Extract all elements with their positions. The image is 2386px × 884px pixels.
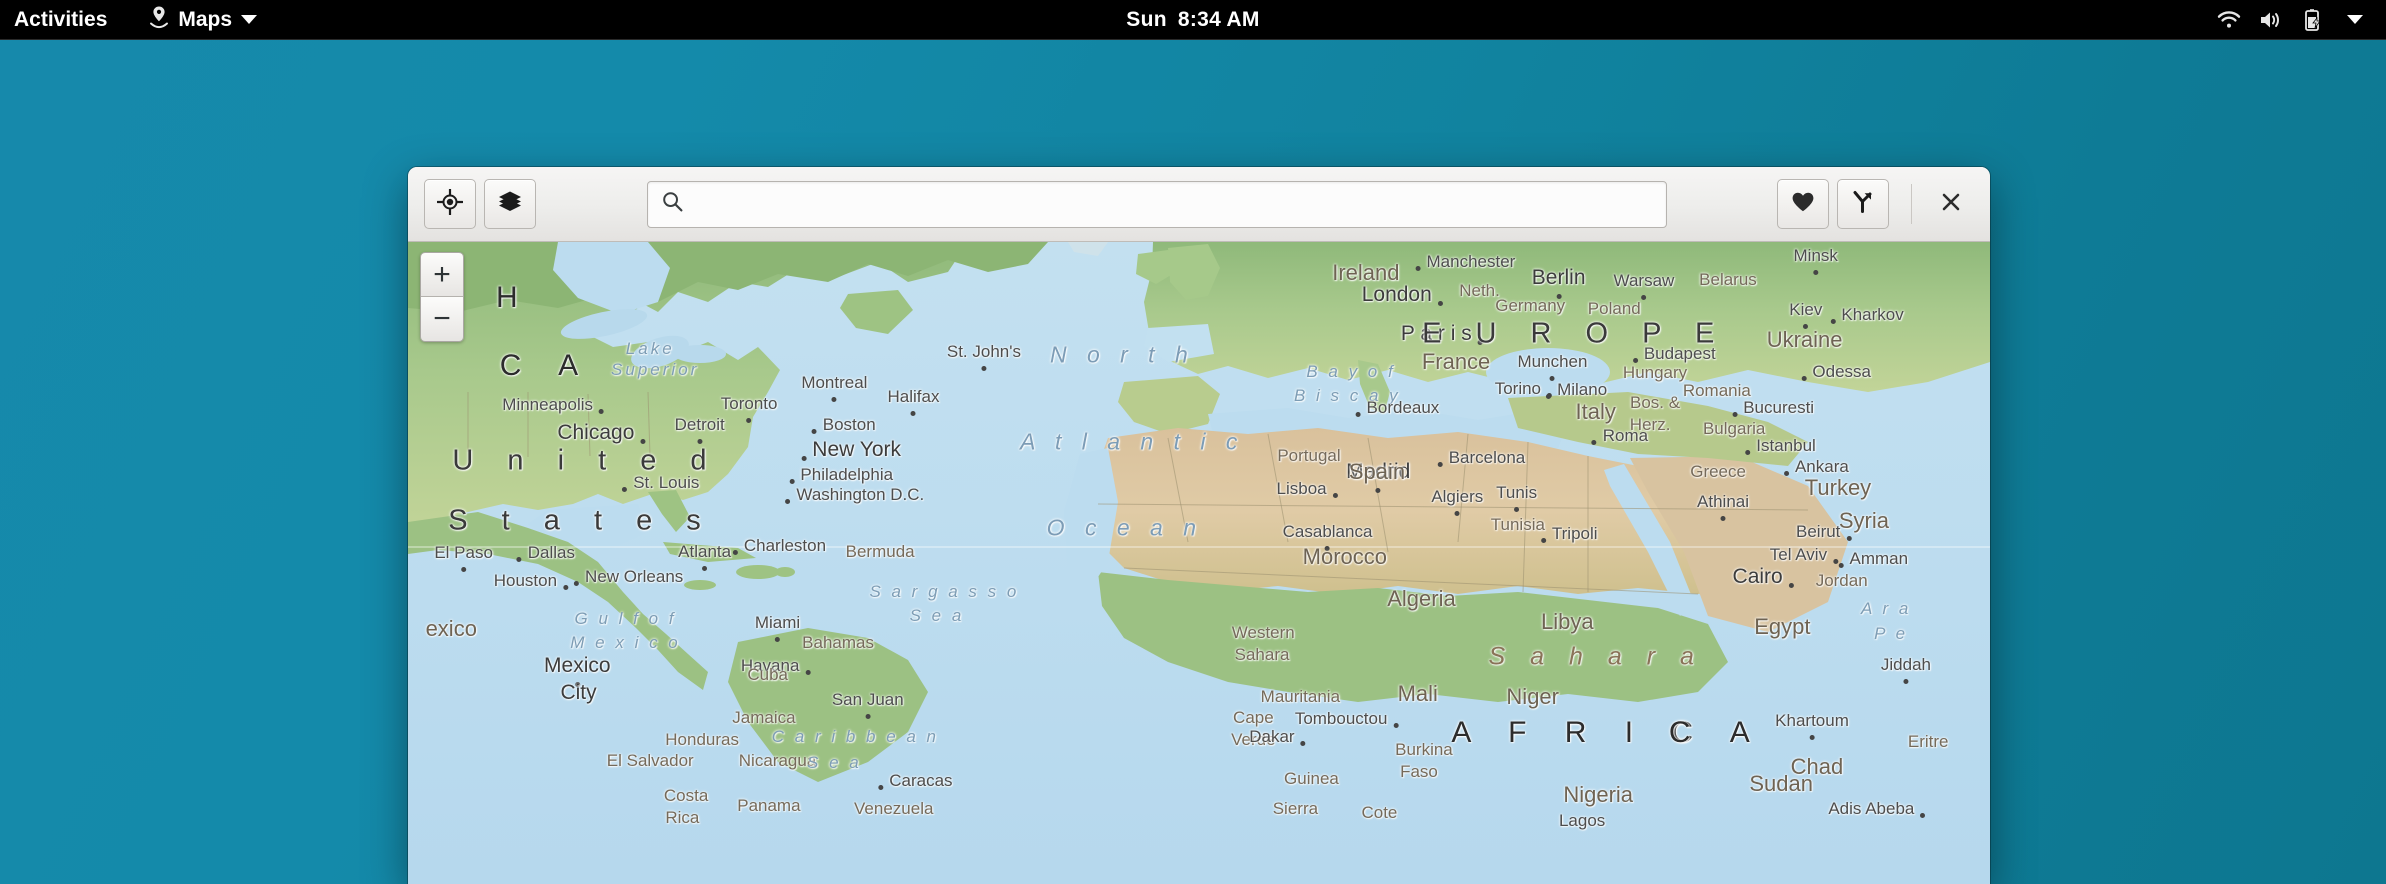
favorites-button[interactable] [1777, 179, 1829, 229]
route-fork-icon [1851, 190, 1875, 219]
layers-icon [497, 190, 523, 219]
clock-day: Sun [1126, 7, 1167, 31]
app-menu-label: Maps [178, 7, 233, 31]
clock-button[interactable]: Sun 8:34 AM [1126, 8, 1259, 32]
gnome-top-bar: Activities Maps Sun 8:34 AM [0, 0, 2386, 40]
search-entry[interactable] [646, 180, 1667, 228]
top-bar-left: Activities Maps [0, 0, 275, 39]
search-input[interactable] [692, 193, 1652, 215]
headerbar-left-buttons [424, 179, 536, 229]
heart-icon [1791, 191, 1815, 218]
app-menu-button[interactable]: Maps [131, 0, 275, 39]
headerbar-separator [1911, 184, 1912, 224]
system-status-area[interactable] [2208, 0, 2386, 39]
crosshair-target-icon [436, 187, 464, 220]
activities-label: Activities [14, 7, 108, 31]
directions-button[interactable] [1837, 179, 1889, 229]
close-window-button[interactable] [1928, 181, 1974, 227]
status-menu-chevron-icon[interactable] [2334, 0, 2376, 40]
zoom-out-label: − [433, 302, 451, 335]
top-bar-center: Sun 8:34 AM [0, 0, 2386, 39]
headerbar-right-buttons [1777, 179, 1974, 229]
clock-time: 8:34 AM [1177, 7, 1260, 31]
location-pin-icon [149, 5, 169, 35]
search-area [536, 180, 1777, 228]
zoom-controls: + − [420, 252, 464, 342]
window-headerbar [408, 167, 1990, 242]
volume-icon [2250, 0, 2292, 40]
current-location-button[interactable] [424, 179, 476, 229]
zoom-in-label: + [433, 257, 451, 291]
zoom-in-button[interactable]: + [421, 253, 463, 297]
search-icon [662, 191, 683, 217]
activities-button[interactable]: Activities [0, 0, 131, 39]
map-tiles [408, 242, 1990, 884]
maps-window: HC A Lake Superior Minneapolis Chicago Toront… [408, 167, 1990, 884]
battery-charging-icon [2292, 0, 2334, 40]
map-view[interactable]: HC A Lake Superior Minneapolis Chicago Toront… [408, 242, 1990, 884]
zoom-out-button[interactable]: − [421, 297, 463, 341]
chevron-down-icon [241, 15, 258, 24]
close-icon [1940, 191, 1962, 218]
wifi-icon [2208, 0, 2250, 40]
layers-button[interactable] [484, 179, 536, 229]
